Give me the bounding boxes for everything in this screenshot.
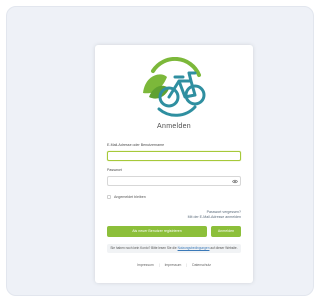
bike-leaf-logo [143, 57, 206, 117]
remember-checkbox[interactable] [107, 195, 111, 199]
footer-separator: | [186, 263, 188, 267]
login-button[interactable]: Anmelden [211, 226, 241, 237]
password-label: Passwort [107, 168, 122, 172]
footer-link-datenschutz[interactable]: Datenschutz [192, 263, 211, 267]
email-login-text[interactable]: Mit der E-Mail-Adresse anmelden [188, 215, 241, 220]
terms-notice: Sie haben noch kein Konto? Bitte lesen S… [107, 244, 241, 253]
notice-text-before: Sie haben noch kein Konto? Bitte lesen S… [110, 246, 178, 250]
terms-link[interactable]: Nutzungsbedingungen [178, 246, 210, 250]
username-input[interactable] [107, 151, 241, 161]
eye-icon[interactable] [232, 179, 238, 184]
footer-links: Impressum | Impressum | Datenschutz [95, 263, 253, 267]
password-input[interactable] [107, 176, 241, 186]
login-card: Anmelden E-Mail-Adresse oder Benutzernam… [95, 45, 253, 283]
page-background: Anmelden E-Mail-Adresse oder Benutzernam… [6, 6, 314, 296]
page-title: Anmelden [157, 123, 191, 130]
footer-separator: | [158, 263, 160, 267]
username-label: E-Mail-Adresse oder Benutzername [107, 143, 165, 147]
register-button[interactable]: Als neuer Benutzer registrieren [107, 226, 207, 237]
forgot-password-link[interactable]: Passwort vergessen? Mit der E-Mail-Adres… [188, 210, 241, 220]
footer-link-impressum[interactable]: Impressum [137, 263, 154, 267]
footer-link-impressum-2[interactable]: Impressum [165, 263, 182, 267]
notice-text-after: auf dieser Website. [209, 246, 238, 250]
remember-label: Angemeldet bleiben [114, 195, 146, 199]
